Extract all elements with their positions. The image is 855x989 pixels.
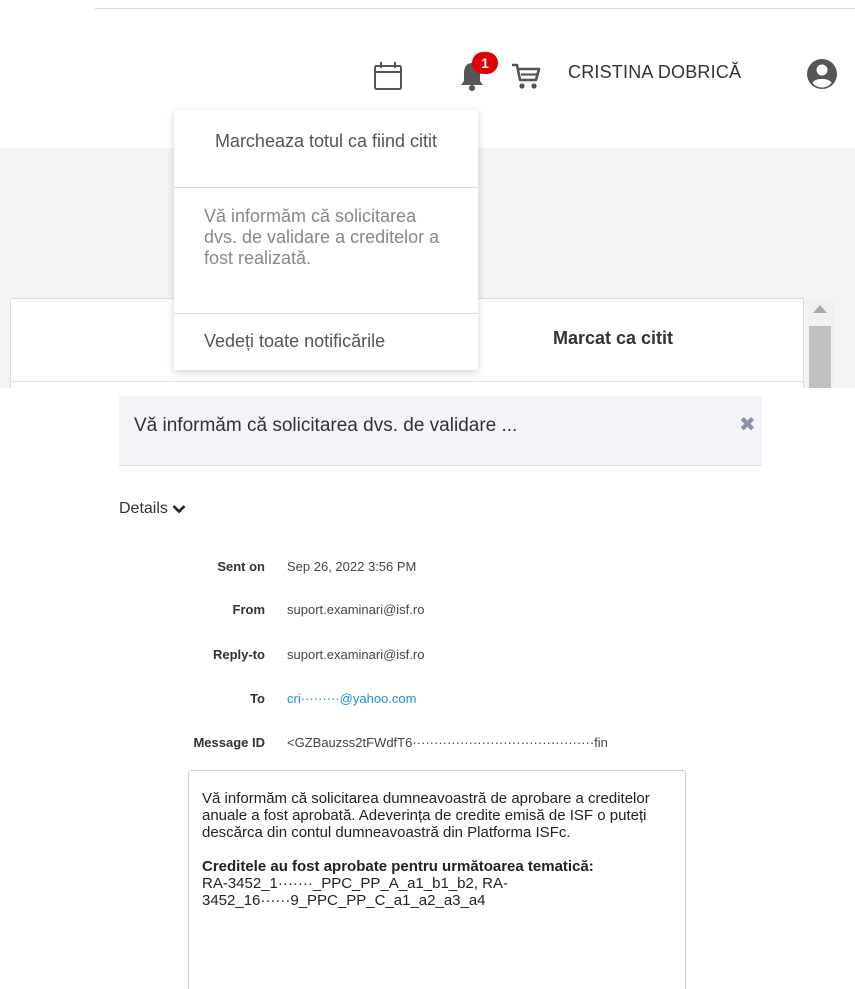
scroll-up-arrow-icon[interactable] (813, 305, 827, 313)
cart-icon[interactable] (509, 60, 543, 92)
notifications-dropdown: Marcheaza totul ca fiind citit Vă inform… (174, 110, 478, 370)
reply-to-value: suport.examinari@isf.ro (287, 647, 425, 662)
marked-read-column-header[interactable]: Marcat ca citit (553, 328, 673, 349)
message-id-value: <GZBauzss2tFWdfT6·······················… (287, 735, 608, 750)
email-subject: Vă informăm că solicitarea dvs. de valid… (134, 415, 518, 436)
reply-to-label: Reply-to (213, 647, 265, 662)
chevron-down-icon (172, 504, 186, 514)
details-toggle[interactable]: Details (119, 500, 186, 518)
notifications-button[interactable]: 1 (456, 52, 498, 94)
scrollbar-thumb[interactable] (809, 326, 831, 388)
email-header: Vă informăm că solicitarea dvs. de valid… (119, 396, 762, 466)
notification-count-badge: 1 (472, 52, 498, 74)
top-divider (95, 8, 855, 9)
from-value: suport.examinari@isf.ro (287, 602, 425, 617)
notification-item[interactable]: Vă informăm că solicitarea dvs. de valid… (174, 188, 478, 314)
body-paragraph: Vă informăm că solicitarea dumneavoastră… (202, 790, 650, 841)
sent-on-value: Sep 26, 2022 3:56 PM (287, 559, 417, 574)
email-body: Vă informăm că solicitarea dumneavoastră… (188, 770, 686, 989)
body-heading: Creditele au fost aprobate pentru următo… (202, 858, 594, 875)
mark-all-read-button[interactable]: Marcheaza totul ca fiind citit (174, 110, 478, 188)
user-name[interactable]: CRISTINA DOBRICĂ (568, 62, 741, 83)
to-email-link[interactable]: cri·········@yahoo.com (287, 691, 416, 706)
calendar-icon[interactable] (372, 60, 404, 92)
details-label: Details (119, 500, 168, 517)
see-all-notifications-link[interactable]: Vedeți toate notificările (174, 314, 478, 370)
close-icon[interactable]: ✖ (739, 415, 756, 435)
message-id-label: Message ID (193, 735, 265, 750)
panel-divider (11, 381, 805, 382)
user-circle-icon[interactable] (806, 58, 838, 90)
from-label: From (232, 602, 266, 617)
to-label: To (250, 691, 265, 706)
sent-on-label: Sent on (217, 559, 265, 574)
body-credit-items: RA-3452_1·······_PPC_PP_A_a1_b1_b2, RA-3… (202, 875, 508, 909)
